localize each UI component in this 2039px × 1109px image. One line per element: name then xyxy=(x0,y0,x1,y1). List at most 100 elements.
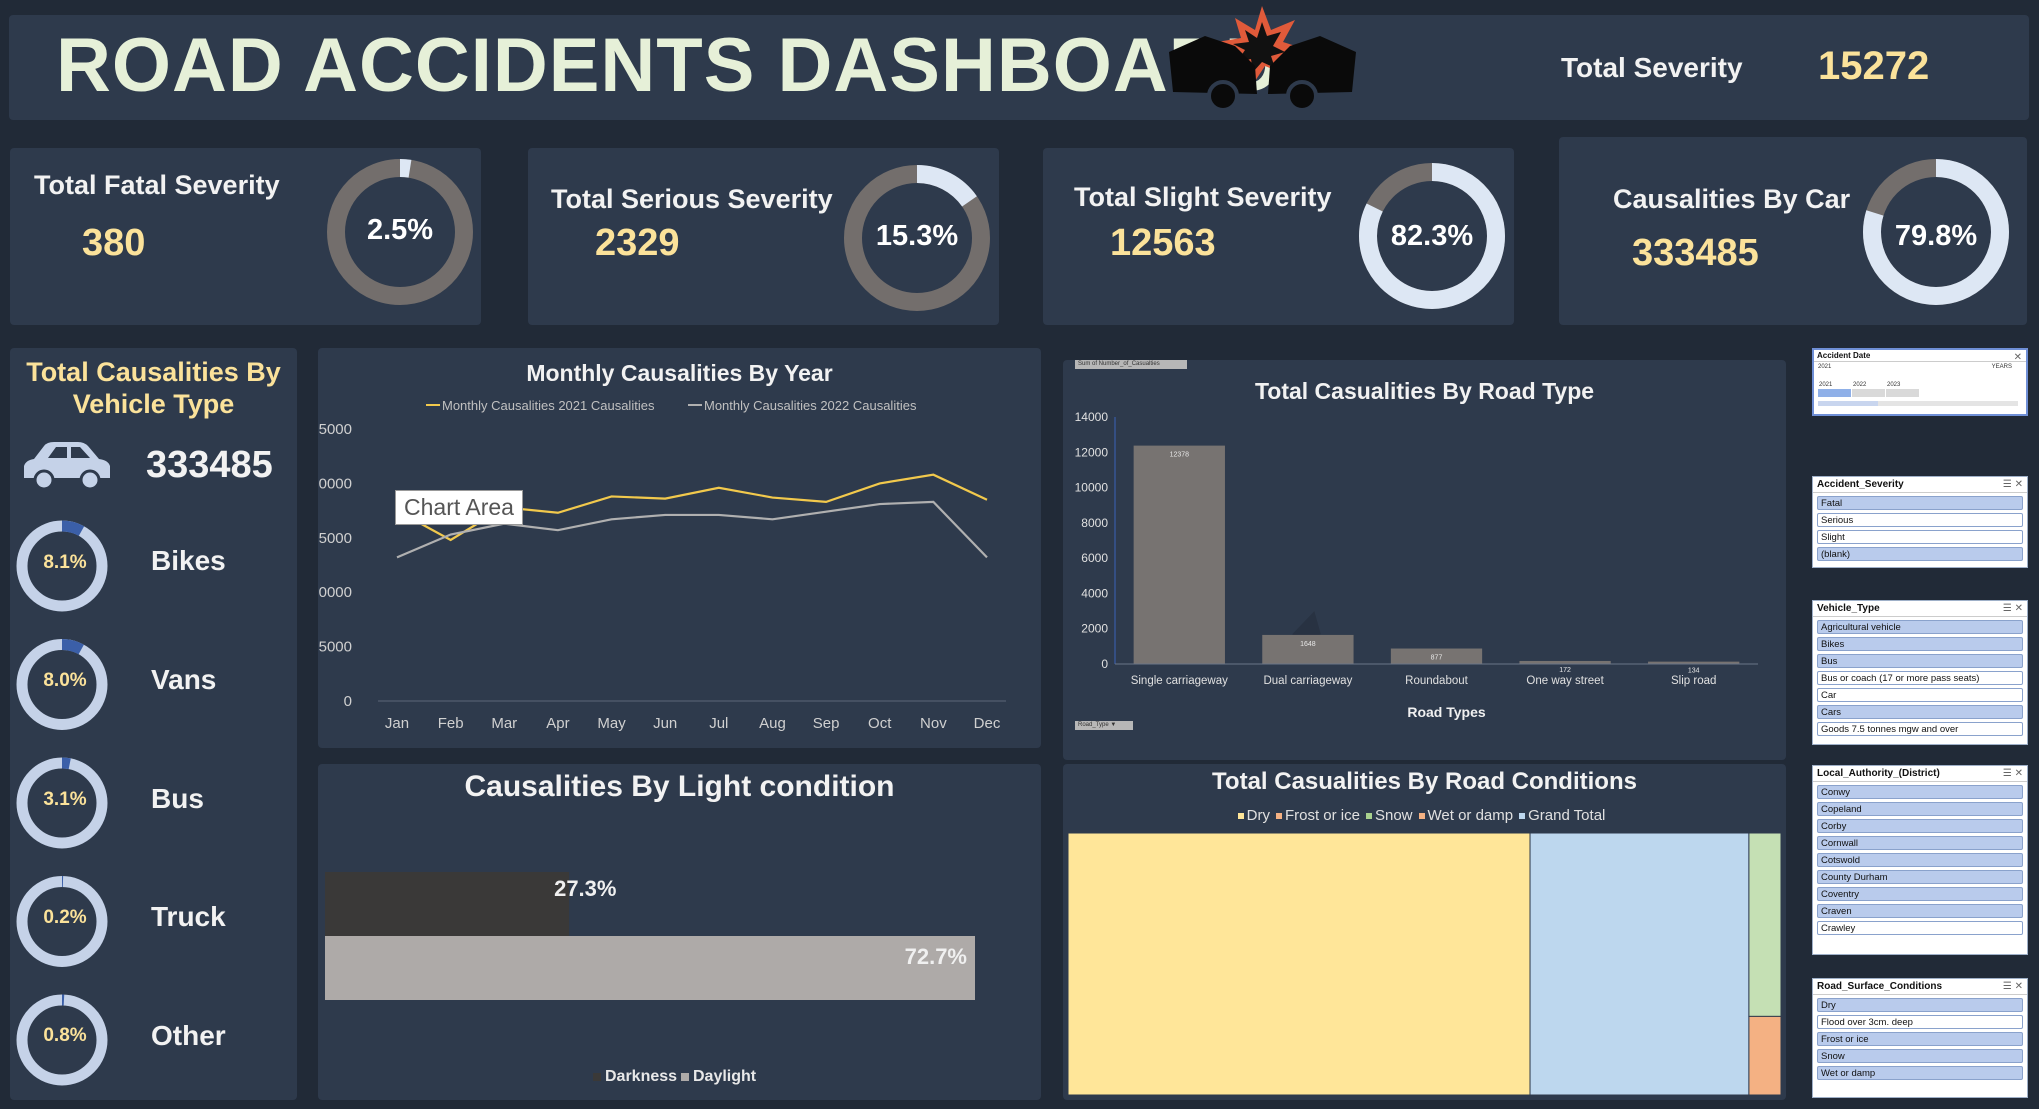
veh-other-label: Other xyxy=(151,1020,226,1051)
slicer-item-copeland[interactable]: Copeland xyxy=(1817,802,2023,816)
bar-value-label: 134 xyxy=(1688,668,1700,675)
slicer-item-cornwall[interactable]: Cornwall xyxy=(1817,836,2023,850)
light-bar-value-label: 27.3% xyxy=(554,876,616,901)
slicer-item-conwy[interactable]: Conwy xyxy=(1817,785,2023,799)
filter-clear-icon[interactable]: ☰ ✕ xyxy=(2003,768,2023,779)
slicer-item-frost[interactable]: Frost or ice xyxy=(1817,1032,2023,1046)
x-tick-label: Jan xyxy=(385,715,409,732)
road-conditions-title: Total Casualities By Road Conditions xyxy=(1212,768,1637,795)
slicer-accident-date[interactable]: Accident Date ✕ 2021 YEARS 2021 2022 2023 xyxy=(1812,348,2028,416)
filter-clear-icon[interactable]: ☰ ✕ xyxy=(2003,603,2023,614)
timeline-scrollbar[interactable] xyxy=(1818,401,2018,406)
y-tick-label: 14000 xyxy=(1075,410,1109,424)
y-tick-label: 0 xyxy=(1101,657,1108,671)
slicer-item-serious[interactable]: Serious xyxy=(1817,513,2023,527)
slicer-item-crawley[interactable]: Crawley xyxy=(1817,921,2023,935)
kpi-donuts xyxy=(327,159,2009,311)
light-bar-value-label: 72.7% xyxy=(905,944,967,969)
filter-dropdown-icon[interactable]: ▼ xyxy=(1110,722,1116,728)
y-tick-label: 10000 xyxy=(318,584,352,601)
road-type-field-tag[interactable]: Sum of Number_of_Casualties xyxy=(1075,360,1187,369)
road-type-filter-tag[interactable]: Road_Type ▼ xyxy=(1075,721,1133,730)
legend-label: Dry xyxy=(1246,807,1270,824)
slicer-item-slight[interactable]: Slight xyxy=(1817,530,2023,544)
slicer-item-blank[interactable]: (blank) xyxy=(1817,547,2023,561)
slicer-item-bus[interactable]: Bus xyxy=(1817,654,2023,668)
y-tick-label: 10000 xyxy=(1075,481,1109,495)
road-conditions-treemap[interactable] xyxy=(1068,833,1781,1095)
y-tick-label: 15000 xyxy=(318,530,352,547)
monthly-line-chart[interactable]: 0 5000 10000 15000 20000 25000 Jan Feb Mar Apr May… xyxy=(318,390,1041,740)
legend-swatch xyxy=(1418,813,1425,820)
road-type-bar-chart[interactable]: 0 2000 4000 6000 8000 10000 12000 14000 12378 Sin… xyxy=(1063,400,1786,730)
slicer-item-dry[interactable]: Dry xyxy=(1817,998,2023,1012)
legend-swatch xyxy=(1519,813,1526,820)
slicer-item-cotswold[interactable]: Cotswold xyxy=(1817,853,2023,867)
treemap-tile[interactable] xyxy=(1748,1015,1781,1095)
kpi-car-pct: 79.8% xyxy=(1894,220,1978,252)
y-tick-label: 25000 xyxy=(318,421,352,438)
legend-label: Grand Total xyxy=(1528,807,1606,824)
slicer-road-surface[interactable]: Road_Surface_Conditions ☰ ✕ Dry Flood ove… xyxy=(1812,978,2028,1098)
bar[interactable] xyxy=(1133,445,1225,664)
slicer-item-agri[interactable]: Agricultural vehicle xyxy=(1817,620,2023,634)
x-tick-label: May xyxy=(597,715,626,732)
slicer-item-flood[interactable]: Flood over 3cm. deep xyxy=(1817,1015,2023,1029)
veh-bus-pct: 3.1% xyxy=(43,789,87,810)
filter-clear-icon[interactable]: ☰ ✕ xyxy=(2003,981,2023,992)
legend-label: Snow xyxy=(1374,807,1413,824)
slicer-item-coach[interactable]: Bus or coach (17 or more pass seats) xyxy=(1817,671,2023,685)
light-bar-daylight[interactable] xyxy=(325,936,975,1000)
light-condition-title: Causalities By Light condition xyxy=(464,770,895,803)
slicer-item-goods[interactable]: Goods 7.5 tonnes mgw and over xyxy=(1817,722,2023,736)
y-tick-label: 4000 xyxy=(1081,586,1108,600)
treemap-tile-dry[interactable] xyxy=(1068,833,1531,1095)
kpi-slight-pct: 82.3% xyxy=(1390,220,1474,252)
timeline-bar-2021[interactable] xyxy=(1818,389,1851,397)
legend-label: Monthly Causalities 2022 Causalities xyxy=(704,398,917,413)
x-tick-label: One way street xyxy=(1526,675,1604,687)
legend-label: Frost or ice xyxy=(1284,807,1360,824)
y-tick-label: 20000 xyxy=(318,475,352,492)
slicer-item-corby[interactable]: Corby xyxy=(1817,819,2023,833)
veh-bus-label: Bus xyxy=(151,783,204,814)
timeline-bar-2023[interactable] xyxy=(1886,389,1919,397)
light-bar-darkness[interactable] xyxy=(325,872,570,936)
slicer-item-car[interactable]: Car xyxy=(1817,688,2023,702)
car-icon xyxy=(24,442,110,490)
y-tick-label: 8000 xyxy=(1081,516,1108,530)
slicer-item-wet[interactable]: Wet or damp xyxy=(1817,1066,2023,1080)
legend-item: Dry xyxy=(1237,807,1270,824)
legend-label: Darkness xyxy=(605,1068,677,1085)
legend-item: Snow xyxy=(1365,807,1413,824)
slicer-district[interactable]: Local_Authority_(District) ☰ ✕ Conwy Cope… xyxy=(1812,765,2028,955)
filter-clear-icon[interactable]: ☰ ✕ xyxy=(2003,479,2023,490)
slicer-item-bikes[interactable]: Bikes xyxy=(1817,637,2023,651)
bar-value-label: 877 xyxy=(1431,655,1443,662)
kpi-fatal-pct: 2.5% xyxy=(366,214,434,246)
veh-truck-label: Truck xyxy=(151,901,226,932)
slicer-item-cars[interactable]: Cars xyxy=(1817,705,2023,719)
legend-label: Monthly Causalities 2021 Causalities xyxy=(442,398,655,413)
slicer-item-snow[interactable]: Snow xyxy=(1817,1049,2023,1063)
slicer-item-durham[interactable]: County Durham xyxy=(1817,870,2023,884)
x-tick-label: Aug xyxy=(759,715,786,732)
legend-swatch xyxy=(681,1073,689,1081)
slicer-item-fatal[interactable]: Fatal xyxy=(1817,496,2023,510)
slicer-item-coventry[interactable]: Coventry xyxy=(1817,887,2023,901)
bar[interactable] xyxy=(1262,634,1354,664)
x-tick-label: Dual carriageway xyxy=(1263,675,1352,687)
slicer-item-craven[interactable]: Craven xyxy=(1817,904,2023,918)
road-conditions-legend: Dry Frost or ice Snow Wet or damp Grand Tota… xyxy=(1063,807,1786,824)
light-condition-chart[interactable]: 27.3% 72.7% Darkness Daylight xyxy=(318,820,1041,1100)
treemap-tile[interactable] xyxy=(1748,833,1781,1017)
bar-value-label: 172 xyxy=(1559,667,1571,674)
veh-vans-label: Vans xyxy=(151,664,217,695)
chart-area-tooltip: Chart Area xyxy=(395,490,523,525)
slicer-accident-severity[interactable]: Accident_Severity ☰ ✕ Fatal Serious Sligh… xyxy=(1812,476,2028,568)
slicer-vehicle-type[interactable]: Vehicle_Type ☰ ✕ Agricultural vehicle Bik… xyxy=(1812,600,2028,745)
timeline-bar-2022[interactable] xyxy=(1852,389,1885,397)
y-tick-label: 12000 xyxy=(1075,445,1109,459)
x-tick-label: Oct xyxy=(868,715,892,732)
treemap-tile-grand-total[interactable] xyxy=(1529,833,1750,1095)
